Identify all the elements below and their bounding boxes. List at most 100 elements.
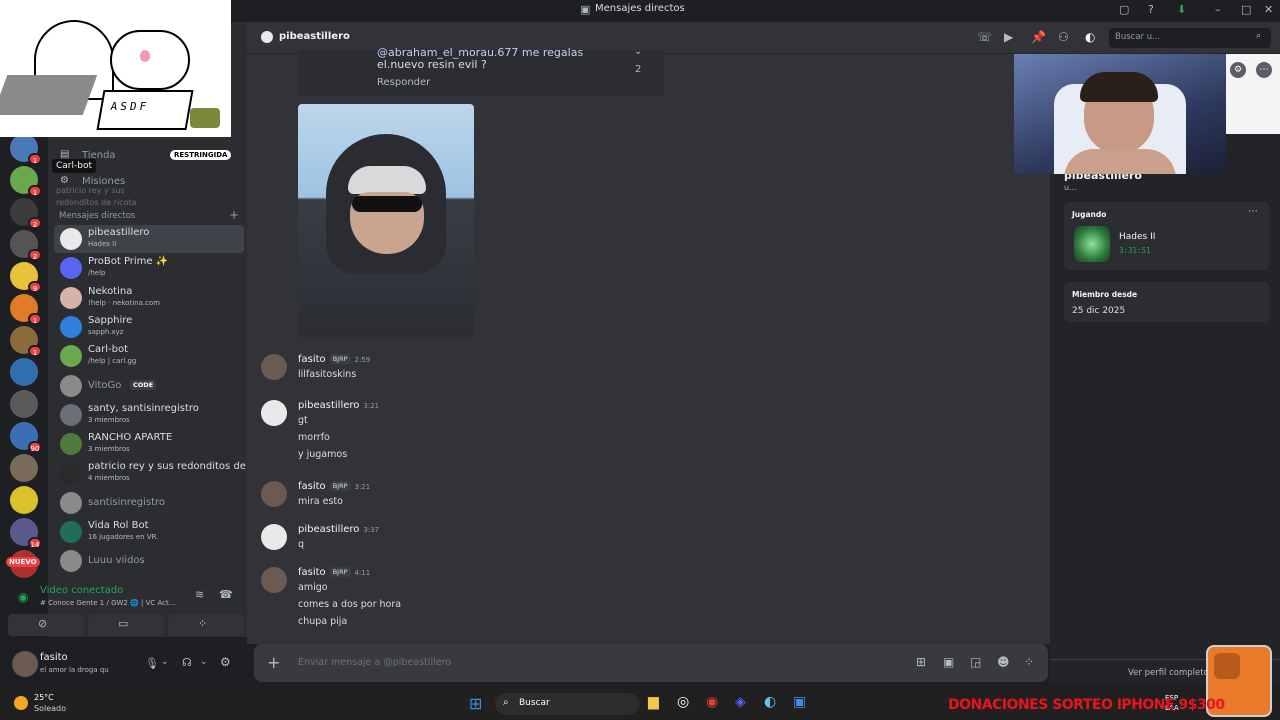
pin-icon[interactable]: 📌 — [1031, 30, 1046, 44]
dm-item[interactable]: santisinregistro — [54, 489, 244, 517]
dm-item[interactable]: santy, santisinregistro 3 miembros — [54, 401, 244, 429]
server-icon[interactable]: 1 — [10, 166, 42, 197]
dm-item[interactable]: Vida Rol Bot 16 jugadores en VR. — [54, 518, 244, 546]
message-input[interactable]: Enviar mensaje a @pibeastillero — [298, 657, 451, 668]
server-icon[interactable] — [10, 486, 38, 514]
server-icon[interactable] — [10, 358, 38, 386]
server-icon[interactable]: 2 — [10, 230, 42, 261]
dm-item[interactable]: Nekotina !help · nekotina.com — [54, 284, 244, 312]
attached-photo[interactable] — [298, 104, 474, 337]
dm-item[interactable]: pibeastillero Hades II — [54, 225, 244, 253]
attach-plus-icon[interactable]: + — [267, 653, 280, 672]
obs-icon[interactable]: ◎ — [677, 694, 689, 710]
chevron-down-icon[interactable]: ⌄ — [161, 657, 169, 667]
user-avatar[interactable] — [12, 651, 38, 677]
screenshare-button[interactable]: ▭ — [88, 614, 164, 636]
message[interactable]: pibeastillero 3:21 gt morrfo y jugamos — [247, 400, 1027, 469]
app-icon[interactable]: ▣ — [793, 694, 806, 710]
message[interactable]: pibeastillero 3:37 q — [247, 524, 1027, 559]
signal-icon[interactable]: ◉ — [18, 590, 28, 604]
sticker-icon[interactable]: ◲ — [970, 655, 981, 669]
mic-icon[interactable]: 🎙 — [145, 657, 159, 670]
server-icon[interactable]: 90 — [10, 422, 42, 453]
weather-temp[interactable]: 25°C — [34, 693, 54, 702]
chrome-icon[interactable]: ◉ — [706, 694, 718, 710]
message-avatar[interactable] — [261, 481, 287, 507]
dm-item[interactable]: RANCHO APARTE 3 miembros — [54, 430, 244, 458]
message[interactable]: fasito BJRP 2:59 lilfasitoskins — [247, 354, 1027, 389]
more-icon[interactable]: ⋯ — [1256, 62, 1272, 78]
message-avatar[interactable] — [261, 400, 287, 426]
gif-icon[interactable]: ▣ — [943, 655, 954, 669]
maximize-button[interactable]: □ — [1241, 3, 1251, 16]
photo-sunglasses — [352, 196, 422, 212]
user-profile-icon[interactable]: ◐ — [1085, 30, 1095, 44]
message[interactable]: fasito BJRP 4:11 amigo comes a dos por hora c… — [247, 567, 1027, 636]
server-icon[interactable]: 14 — [10, 518, 42, 549]
noise-icon[interactable]: ≋ — [195, 588, 204, 601]
message[interactable]: fasito BJRP 3:21 mira esto — [247, 481, 1027, 516]
dm-avatar — [60, 433, 82, 456]
apps-icon[interactable]: ⁘ — [1024, 655, 1034, 669]
chevron-down-icon[interactable]: ⌄ — [200, 657, 208, 667]
file-explorer-icon[interactable]: ▆ — [648, 694, 659, 710]
minimize-button[interactable]: – — [1215, 3, 1221, 16]
server-icon[interactable] — [10, 390, 38, 418]
chevron-up-icon[interactable]: ⌄ — [634, 46, 642, 57]
header-username[interactable]: pibeastillero — [279, 31, 350, 42]
dm-name: Carl-bot — [88, 344, 128, 356]
steam-icon[interactable]: ◐ — [764, 694, 776, 710]
activities-button[interactable]: ⁘ — [168, 614, 244, 636]
server-icon[interactable]: 2 — [10, 198, 42, 229]
message-avatar[interactable] — [261, 567, 287, 593]
add-dm-icon[interactable]: + — [229, 208, 239, 222]
close-button[interactable]: ✕ — [1264, 3, 1273, 16]
dm-item[interactable]: patricio rey y sus redonditos de ... 4 mi… — [54, 459, 259, 487]
dm-item[interactable]: Luuu viidos — [54, 547, 244, 575]
voice-status[interactable]: Video conectado — [40, 585, 123, 596]
more-options-icon[interactable]: ⋯ — [1248, 206, 1258, 217]
message-author[interactable]: fasito — [298, 354, 326, 365]
clan-tag[interactable]: BJRP — [329, 567, 351, 577]
add-friends-icon[interactable]: ⚇ — [1058, 30, 1069, 44]
inbox-icon[interactable]: ▢ — [1119, 3, 1129, 16]
weather-desc[interactable]: Soleado — [34, 704, 66, 713]
search-box[interactable]: Buscar u... ⌕ — [1109, 28, 1271, 48]
add-note-icon[interactable]: ⚙ — [1230, 62, 1246, 78]
server-icon[interactable]: 1 — [10, 134, 42, 165]
message-author[interactable]: pibeastillero — [298, 524, 359, 535]
taskbar-search[interactable]: ⌕ Buscar — [495, 693, 639, 715]
quests-item[interactable]: ⚙ Misiones — [60, 174, 240, 192]
clan-tag[interactable]: BJRP — [329, 481, 351, 491]
gift-icon[interactable]: ⊞ — [916, 655, 926, 669]
discord-taskbar-icon[interactable]: ◈ — [735, 694, 746, 710]
message-avatar[interactable] — [261, 354, 287, 380]
download-icon[interactable]: ⬇ — [1177, 3, 1186, 16]
message-avatar[interactable] — [261, 524, 287, 550]
dm-item[interactable]: VitoGo CODE — [54, 372, 244, 400]
help-icon[interactable]: ? — [1148, 3, 1154, 16]
view-full-profile-link[interactable]: Ver perfil completo — [1128, 668, 1209, 678]
reply-button[interactable]: Responder — [377, 77, 430, 88]
server-icon[interactable]: 1 — [10, 294, 42, 325]
message-author[interactable]: pibeastillero — [298, 400, 359, 411]
voice-channel[interactable]: # Conoce Gente 1 / GW2 🌐 | VC Act... — [40, 599, 190, 607]
dm-item[interactable]: Carl-bot/help | carl.gg — [54, 342, 244, 370]
server-icon[interactable]: 1 — [10, 326, 42, 357]
message-author[interactable]: fasito — [298, 567, 326, 578]
video-call-icon[interactable]: ▶ — [1004, 30, 1013, 44]
dm-item[interactable]: ProBot Prime ✨/help — [54, 254, 244, 282]
emoji-icon[interactable]: ☻ — [997, 655, 1010, 669]
headphones-icon[interactable]: ☊ — [182, 656, 192, 669]
message-author[interactable]: fasito — [298, 481, 326, 492]
disconnect-icon[interactable]: ☎ — [219, 588, 233, 601]
weather-sun-icon[interactable] — [14, 696, 28, 710]
camera-toggle[interactable]: ⊘ — [8, 614, 84, 636]
server-icon[interactable]: 9 — [10, 262, 42, 293]
clan-tag[interactable]: BJRP — [329, 354, 351, 364]
server-icon[interactable] — [10, 454, 38, 482]
settings-gear-icon[interactable]: ⚙ — [220, 655, 231, 669]
dm-item[interactable]: Sapphire sapph.xyz — [54, 313, 244, 341]
call-icon[interactable]: ☏ — [977, 30, 992, 44]
windows-start-icon[interactable]: ⊞ — [469, 694, 482, 713]
